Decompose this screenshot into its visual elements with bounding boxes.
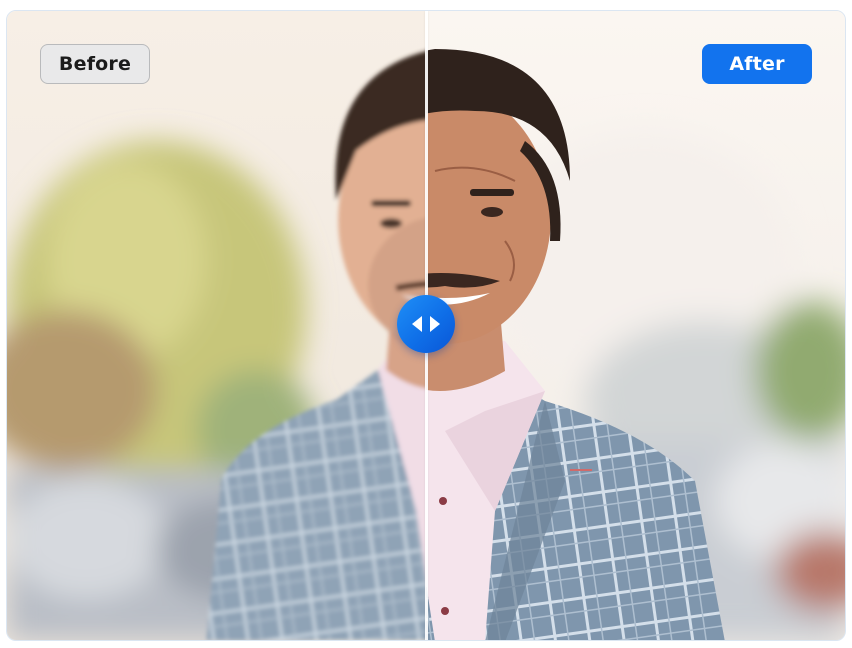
slider-handle[interactable] xyxy=(397,295,455,353)
before-after-comparison[interactable]: Before After xyxy=(6,10,846,641)
after-button[interactable]: After xyxy=(702,44,812,84)
arrow-left-icon xyxy=(412,316,422,332)
arrow-right-icon xyxy=(430,316,440,332)
after-photo xyxy=(426,11,845,640)
before-button[interactable]: Before xyxy=(40,44,150,84)
